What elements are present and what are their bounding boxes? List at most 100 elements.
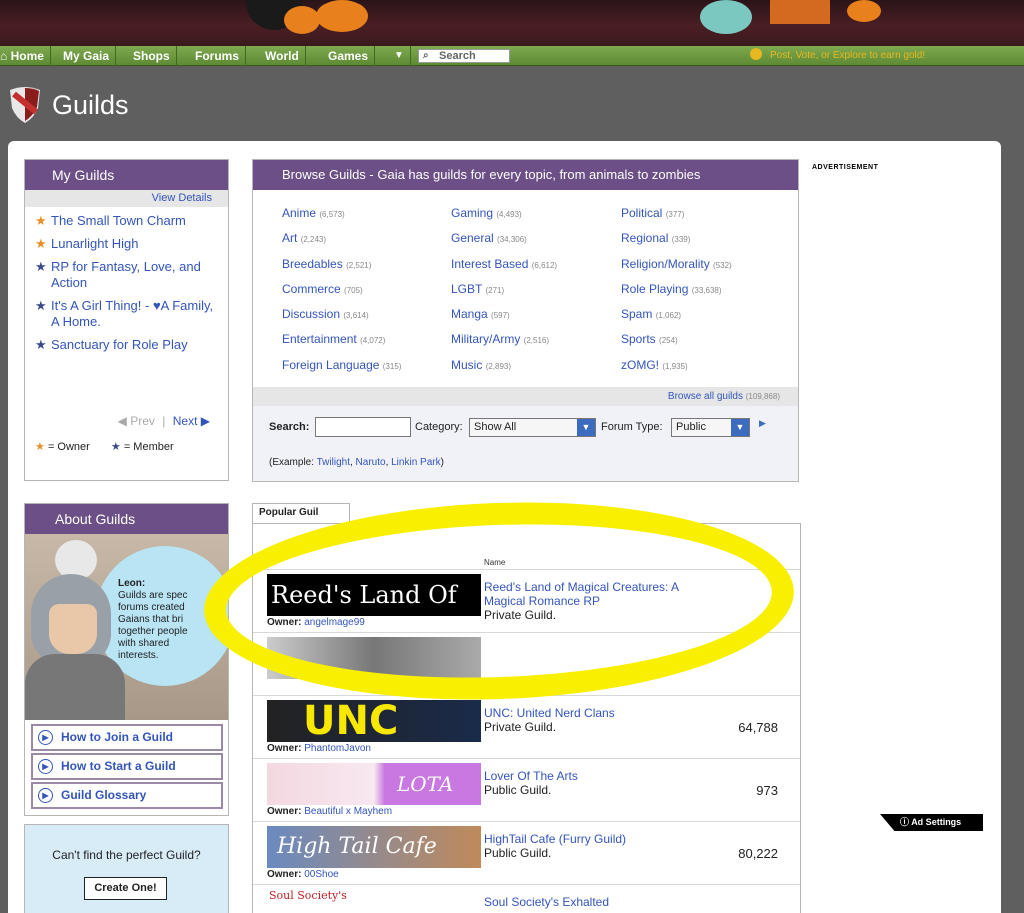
owner-username-link[interactable]: Beautiful x Mayhem (304, 806, 392, 817)
browse-all-link[interactable]: Browse all guilds (109,868) (253, 387, 798, 406)
member-star-icon: ★ (35, 259, 47, 274)
nav-world[interactable]: World (259, 46, 306, 66)
category-link[interactable]: Breedables (2,521) (282, 257, 401, 282)
browse-guilds-box: Browse Guilds - Gaia has guilds for ever… (252, 159, 799, 482)
category-link[interactable]: zOMG! (1,935) (621, 358, 732, 383)
category-link[interactable]: Interest Based (6,612) (451, 257, 557, 282)
example-link[interactable]: Naruto (356, 457, 386, 468)
category-select[interactable]: Show All ▼ (469, 418, 596, 437)
popular-guild-row[interactable]: UNC Owner: PhantomJavon UNC: United Nerd C… (253, 695, 800, 758)
category-name: Anime (282, 206, 317, 220)
view-details-link[interactable]: View Details (25, 190, 228, 207)
popular-guild-row[interactable]: LOTA Owner: Beautiful x Mayhem Lover Of Th… (253, 758, 800, 821)
popular-guild-row[interactable]: Soul Society's Soul Society's Exhalted (253, 884, 800, 913)
category-link[interactable]: Commerce (705) (282, 282, 401, 307)
how-to-start-link[interactable]: ▶ How to Start a Guild (31, 753, 223, 780)
owner-label: Owner: (267, 806, 302, 817)
my-guild-item[interactable]: ★ Sanctuary for Role Play (35, 337, 218, 353)
category-link[interactable]: Manga (597) (451, 307, 557, 332)
guild-title-link[interactable]: Soul Society's Exhalted (484, 895, 704, 909)
category-name: Role Playing (621, 281, 689, 296)
example-link[interactable]: Linkin Park (391, 457, 440, 468)
guild-title-link[interactable]: Lover Of The Arts (484, 769, 704, 783)
search-label: Search: (269, 421, 310, 433)
forum-type-select[interactable]: Public ▼ (671, 418, 750, 437)
category-link[interactable]: Entertainment (4,072) (282, 332, 401, 357)
category-link[interactable]: Political (377) (621, 206, 732, 231)
category-link[interactable]: Spam (1,062) (621, 307, 732, 332)
category-link[interactable]: Foreign Language (315) (282, 358, 401, 383)
nav-promo-text: Post, Vote, or Explore to earn gold! (770, 50, 926, 61)
knight-armor (25, 654, 125, 720)
search-go-arrow-icon[interactable]: ▶ (759, 418, 766, 429)
category-name: Gaming (451, 206, 494, 220)
nav-shops[interactable]: Shops (127, 46, 177, 66)
ad-settings-button[interactable]: ⓘ Ad Settings (880, 814, 983, 831)
guild-search-input[interactable] (315, 417, 411, 437)
guild-glossary-link[interactable]: ▶ Guild Glossary (31, 782, 223, 809)
category-link[interactable]: Discussion (3,614) (282, 307, 401, 332)
my-guild-item[interactable]: ★ The Small Town Charm (35, 213, 218, 229)
nav-home[interactable]: ⌂ Home (0, 46, 51, 66)
guild-title-link[interactable]: UNC: United Nerd Clans (484, 706, 704, 720)
arrow-right-icon: ▶ (38, 730, 53, 745)
legend-owner-label: = Owner (47, 441, 90, 453)
nav-my-gaia[interactable]: My Gaia (57, 46, 117, 66)
category-link[interactable]: Art (2,243) (282, 231, 401, 256)
category-link[interactable]: Music (2,893) (451, 358, 557, 383)
category-count: (315) (382, 361, 402, 371)
my-guild-item[interactable]: ★ It's A Girl Thing! - ♥A Family, A Home. (35, 298, 218, 330)
search-icon: ⌕ (423, 50, 429, 61)
my-guild-item[interactable]: ★ RP for Fantasy, Love, and Action (35, 259, 218, 291)
next-link[interactable]: Next (173, 414, 198, 428)
category-name: Discussion (282, 307, 341, 322)
category-count: (2,516) (523, 336, 550, 346)
category-link[interactable]: Sports (254) (621, 332, 732, 357)
guild-member-count: 64,788 (738, 720, 778, 735)
advertisement-label: ADVERTISEMENT (812, 164, 879, 171)
nav-more-dropdown[interactable]: ▼ (388, 46, 411, 66)
category-name: Regional (621, 231, 669, 246)
nav-forums[interactable]: Forums (189, 46, 247, 66)
category-link[interactable]: Gaming (4,493) (451, 206, 557, 231)
tab-popular-guilds[interactable]: Popular Guil (252, 503, 350, 525)
category-name: Breedables (282, 256, 343, 271)
category-count: (4,493) (496, 210, 522, 219)
owner-username-link[interactable]: PhantomJavon (304, 743, 371, 754)
category-link[interactable]: General (34,306) (451, 231, 557, 256)
category-link[interactable]: Military/Army (2,516) (451, 332, 557, 357)
guild-banner-image[interactable]: Soul Society's (267, 889, 481, 913)
category-link[interactable]: Anime (6,573) (282, 206, 401, 231)
guild-title-link[interactable]: HighTail Cafe (Furry Guild) (484, 832, 704, 846)
main-nav: ⌂ Home My Gaia Shops Forums World Games … (0, 46, 1024, 66)
next-arrow-icon[interactable]: ▶ (201, 414, 210, 428)
popular-guild-row[interactable]: High Tail Cafe Owner: 00Shoe HighTail Cafe… (253, 821, 800, 884)
guild-banner-image[interactable]: High Tail Cafe (267, 826, 481, 868)
category-link[interactable]: Role Playing (33,638) (621, 282, 732, 307)
create-guild-button[interactable]: Create One! (84, 877, 167, 900)
guild-info: Soul Society's Exhalted (484, 895, 704, 909)
nav-search-input[interactable]: ⌕ Search (418, 49, 510, 63)
create-guild-question: Can't find the perfect Guild? (52, 848, 201, 862)
guild-banner-image[interactable]: UNC (267, 700, 481, 742)
prev-arrow-icon: ◀ (117, 414, 127, 428)
forum-type-select-value: Public (676, 421, 706, 433)
my-guild-item[interactable]: ★ Lunarlight High (35, 236, 218, 252)
example-suffix: ) (440, 457, 444, 468)
chevron-down-icon: ▼ (731, 419, 749, 436)
how-to-join-link[interactable]: ▶ How to Join a Guild (31, 724, 223, 751)
nav-promo[interactable]: Post, Vote, or Explore to earn gold! (750, 46, 925, 66)
guild-banner-image[interactable]: LOTA (267, 763, 481, 805)
prev-link[interactable]: Prev (130, 414, 155, 428)
category-link[interactable]: Religion/Morality (532) (621, 257, 732, 282)
category-link[interactable]: Regional (339) (621, 231, 732, 256)
category-name: Military/Army (451, 332, 521, 347)
category-count: (2,521) (346, 260, 372, 270)
nav-games[interactable]: Games (322, 46, 376, 66)
example-link[interactable]: Twilight (317, 457, 350, 468)
category-link[interactable]: LGBT (271) (451, 282, 557, 307)
legend-member-label: = Member (123, 441, 174, 453)
owner-username-link[interactable]: 00Shoe (304, 869, 338, 880)
knight-face (49, 604, 97, 654)
guild-search-form: Search: Category: Show All ▼ Forum Type:… (253, 406, 798, 481)
